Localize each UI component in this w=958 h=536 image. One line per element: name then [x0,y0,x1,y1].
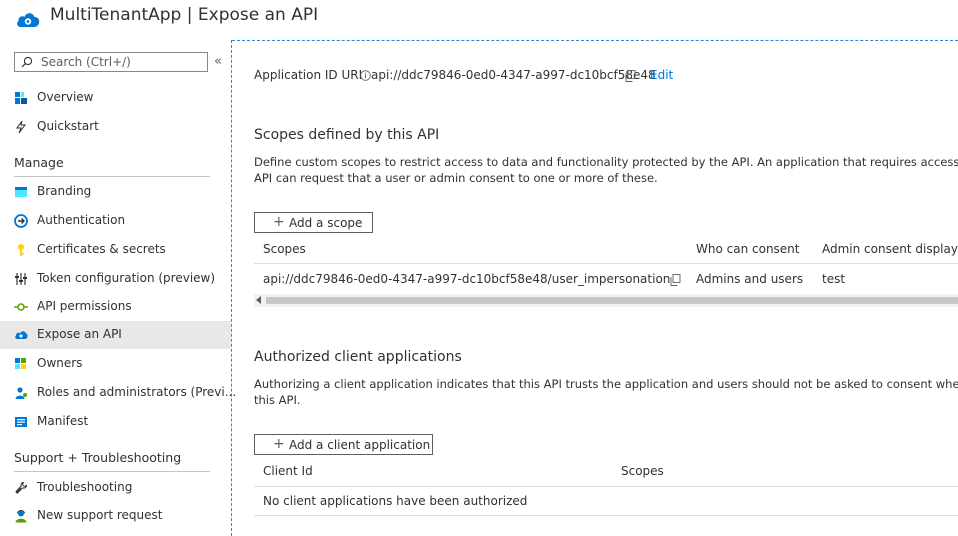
empty-clients-message: No client applications have been authori… [263,494,528,508]
sidebar-item-label: Owners [37,356,83,370]
section-divider [14,471,210,472]
column-header-scopes: Scopes [263,242,306,256]
scrollbar-thumb[interactable] [266,297,958,304]
branding-icon [15,187,27,197]
scopes-description-line2: API can request that a user or admin con… [254,171,658,185]
sidebar-item-overview[interactable]: Overview [0,84,231,112]
sidebar-item-troubleshooting[interactable]: Troubleshooting [0,474,231,502]
page-header: MultiTenantApp | Expose an API [0,0,958,40]
sidebar-item-label: Troubleshooting [37,480,133,494]
search-input[interactable]: Search (Ctrl+/) [14,52,208,72]
horizontal-scrollbar[interactable] [254,294,958,307]
manifest-icon [15,417,27,427]
clients-description-line1: Authorizing a client application indicat… [254,377,958,391]
scopes-description-line1: Define custom scopes to restrict access … [254,155,958,169]
sidebar-item-owners[interactable]: Owners [0,350,231,378]
sidebar-item-label: Overview [37,90,94,104]
application-id-uri-value: api://ddc79846-0ed0-4347-a997-dc10bcf58e… [371,68,656,82]
scopes-section-title: Scopes defined by this API [254,127,440,143]
sidebar-item-label: Token configuration (preview) [37,271,216,285]
admin-consent-display-value: test [822,272,846,286]
add-scope-button[interactable]: + Add a scope [254,212,373,233]
sidebar-item-token-configuration[interactable]: Token configuration (preview) [0,265,231,293]
owners-icon [15,358,26,369]
add-scope-label: Add a scope [289,216,363,230]
sidebar-item-authentication[interactable]: Authentication [0,207,231,235]
token-bars-icon [15,273,27,285]
column-header-admin-consent-display-name: Admin consent display na [822,242,958,256]
application-id-uri-label: Application ID URI [254,68,363,82]
scroll-left-arrow-icon[interactable] [256,296,261,304]
sidebar-item-label: Authentication [37,213,126,227]
section-header-support: Support + Troubleshooting [14,450,182,465]
scope-value: api://ddc79846-0ed0-4347-a997-dc10bcf58e… [263,272,671,286]
sidebar-item-manifest[interactable]: Manifest [0,408,231,436]
key-icon [18,244,24,256]
sidebar-item-quickstart[interactable]: Quickstart [0,113,231,141]
column-header-who-can-consent: Who can consent [696,242,800,256]
authentication-icon [14,214,28,228]
sidebar-item-label: Quickstart [37,119,99,133]
cloud-gear-icon [17,13,40,27]
sidebar-item-branding[interactable]: Branding [0,178,231,206]
sidebar-item-api-permissions[interactable]: API permissions [0,293,231,321]
plus-icon: + [273,214,285,230]
search-icon [21,56,33,68]
edit-application-id-link[interactable]: Edit [650,68,673,82]
clients-section-title: Authorized client applications [254,349,462,365]
sidebar-item-roles-administrators[interactable]: Roles and administrators (Previ... [0,379,236,407]
column-header-client-scopes: Scopes [621,464,664,478]
sidebar-item-label: API permissions [37,299,132,313]
who-can-consent-value: Admins and users [696,272,804,286]
sidebar-item-expose-an-api[interactable]: Expose an API [0,321,231,349]
info-icon[interactable] [360,70,371,81]
cloud-icon [15,331,28,339]
main-content: Application ID URI api://ddc79846-0ed0-4… [232,41,958,536]
wrench-icon [15,481,28,494]
lightning-icon [16,120,26,134]
sidebar-item-label: Roles and administrators (Previ... [37,385,237,399]
plus-icon: + [273,436,285,452]
column-header-client-id: Client Id [263,464,313,478]
table-header-divider [254,486,958,487]
sidebar-item-label: Manifest [37,414,89,428]
overview-icon [15,92,27,104]
search-placeholder: Search (Ctrl+/) [41,55,131,69]
sidebar-item-label: Certificates & secrets [37,242,166,256]
sidebar-item-certificates-secrets[interactable]: Certificates & secrets [0,236,231,264]
add-client-application-label: Add a client application [289,438,431,452]
roles-icon [15,387,27,399]
sidebar-item-label: New support request [37,508,163,522]
clients-description-line2: this API. [254,393,301,407]
sidebar: Search (Ctrl+/) « Overview Quickstart Ma… [0,42,236,536]
sidebar-item-label: Expose an API [37,327,122,341]
sidebar-item-label: Branding [37,184,92,198]
copy-icon[interactable] [670,274,681,286]
table-bottom-divider [254,515,958,516]
page-title: MultiTenantApp | Expose an API [50,5,319,25]
add-client-application-button[interactable]: + Add a client application [254,434,433,455]
section-header-manage: Manage [14,155,64,170]
collapse-sidebar-button[interactable]: « [214,54,222,69]
copy-icon[interactable] [625,70,636,82]
sidebar-item-new-support-request[interactable]: New support request [0,502,231,530]
support-person-icon [15,510,27,523]
section-divider [14,176,210,177]
table-header-divider [254,263,958,264]
api-permissions-icon [14,303,28,311]
